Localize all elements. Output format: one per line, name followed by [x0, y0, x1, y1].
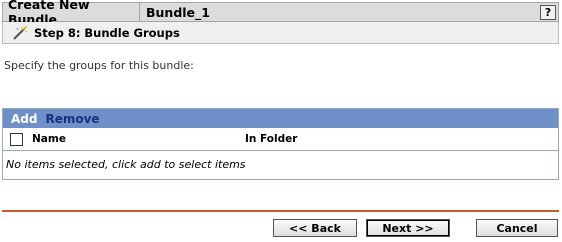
cancel-button[interactable]: Cancel: [476, 219, 558, 237]
titlebar: Create New Bundle Bundle_1 ?: [2, 0, 559, 27]
step-title: Step 8: Bundle Groups: [34, 25, 180, 40]
column-header-name[interactable]: Name: [32, 133, 66, 145]
window-title: Create New Bundle: [3, 0, 140, 27]
help-button[interactable]: ?: [540, 4, 556, 20]
empty-message: No items selected, click add to select i…: [6, 157, 246, 171]
table-header: Name In Folder: [3, 128, 558, 151]
add-link[interactable]: Add: [11, 112, 37, 126]
back-button[interactable]: << Back: [273, 219, 357, 237]
wand-icon: [11, 25, 29, 41]
column-header-in-folder[interactable]: In Folder: [245, 133, 297, 145]
remove-link[interactable]: Remove: [45, 112, 99, 126]
next-button[interactable]: Next >>: [366, 219, 450, 237]
groups-panel: Add Remove Name In Folder No items selec…: [2, 108, 559, 180]
step-header: Step 8: Bundle Groups: [2, 22, 559, 44]
instructions-text: Specify the groups for this bundle:: [4, 59, 194, 72]
bundle-name: Bundle_1: [146, 4, 210, 20]
panel-toolbar: Add Remove: [3, 109, 558, 128]
select-all-checkbox[interactable]: [10, 133, 23, 146]
divider: [2, 210, 559, 212]
